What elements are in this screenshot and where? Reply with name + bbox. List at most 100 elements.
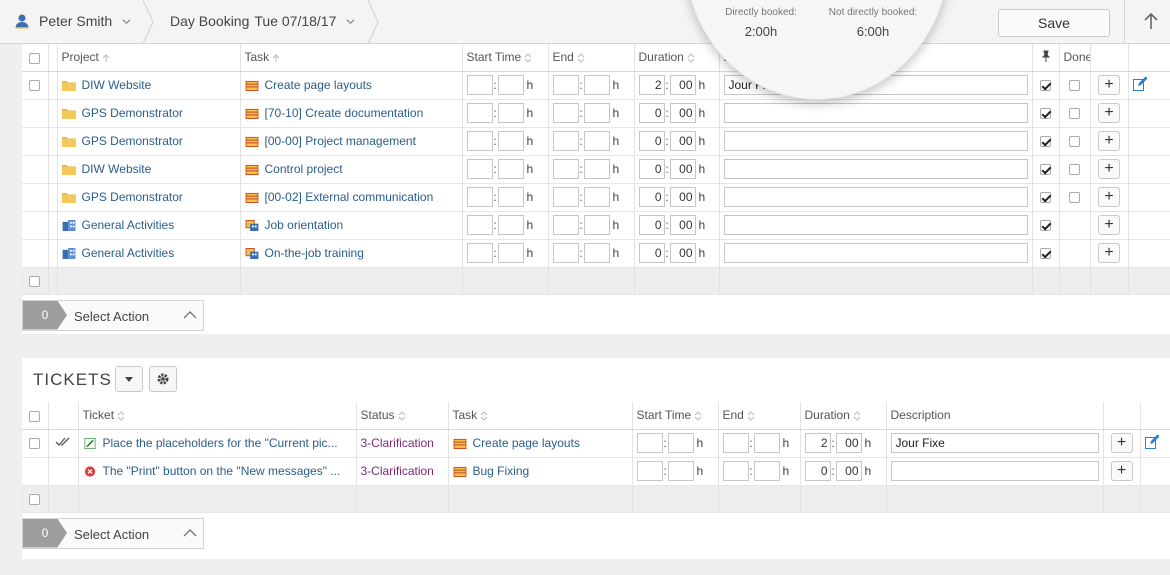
duration-minutes-input[interactable]: 00 — [669, 187, 696, 207]
done-checkbox[interactable] — [1069, 136, 1080, 148]
duration-minutes-input[interactable]: 00 — [669, 215, 696, 235]
tickets-menu-button[interactable] — [115, 366, 143, 392]
row-checkbox[interactable] — [29, 493, 41, 505]
start-hours-input[interactable] — [466, 243, 493, 263]
description-input[interactable] — [723, 215, 1028, 235]
ticket-link[interactable]: Place the placeholders for the "Current … — [103, 436, 338, 450]
end-hours-input[interactable] — [722, 461, 749, 481]
end-hours-input[interactable] — [552, 75, 579, 95]
done-checkbox[interactable] — [1069, 80, 1080, 92]
add-button[interactable]: + — [1098, 75, 1120, 95]
end-minutes-input[interactable] — [583, 215, 610, 235]
duration-hours-input[interactable]: 0 — [638, 243, 665, 263]
edit-icon[interactable] — [1132, 75, 1148, 91]
end-minutes-input[interactable] — [583, 243, 610, 263]
column-header-start-time[interactable]: Start Time — [632, 402, 719, 430]
end-minutes-input[interactable] — [583, 187, 610, 207]
start-minutes-input[interactable] — [667, 433, 694, 453]
task-link[interactable]: Job orientation — [265, 218, 344, 232]
start-minutes-input[interactable] — [497, 131, 524, 151]
tickets-settings-button[interactable] — [149, 366, 177, 392]
column-header-end[interactable]: End — [718, 402, 801, 430]
duration-minutes-input[interactable]: 00 — [835, 461, 862, 481]
project-link[interactable]: General Activities — [82, 218, 175, 232]
start-hours-input[interactable] — [466, 75, 493, 95]
edit-icon[interactable] — [1144, 433, 1160, 449]
duration-hours-input[interactable]: 0 — [638, 159, 665, 179]
ticket-link[interactable]: The "Print" button on the "New messages"… — [103, 464, 341, 478]
task-link[interactable]: Create page layouts — [473, 436, 580, 450]
start-hours-input[interactable] — [636, 433, 663, 453]
add-button[interactable]: + — [1098, 187, 1120, 207]
add-button[interactable]: + — [1098, 243, 1120, 263]
project-link[interactable]: GPS Demonstrator — [82, 106, 183, 120]
add-button[interactable]: + — [1098, 159, 1120, 179]
duration-minutes-input[interactable]: 00 — [669, 75, 696, 95]
description-input[interactable] — [723, 243, 1028, 263]
duration-hours-input[interactable]: 0 — [638, 187, 665, 207]
done-checkbox[interactable] — [1069, 108, 1080, 120]
end-hours-input[interactable] — [552, 215, 579, 235]
pin-checkbox[interactable] — [1040, 248, 1051, 260]
select-all-checkbox[interactable] — [29, 410, 41, 422]
add-button[interactable]: + — [1098, 131, 1120, 151]
column-header-status[interactable]: Status — [356, 402, 449, 430]
task-link[interactable]: [00-02] External communication — [265, 190, 434, 204]
end-minutes-input[interactable] — [583, 131, 610, 151]
start-minutes-input[interactable] — [497, 243, 524, 263]
pin-checkbox[interactable] — [1040, 164, 1051, 176]
day-booking-selector[interactable]: Day Booking Tue 07/18/17 — [170, 13, 355, 29]
duration-minutes-input[interactable]: 00 — [835, 433, 862, 453]
row-checkbox[interactable] — [29, 275, 41, 287]
start-minutes-input[interactable] — [497, 187, 524, 207]
add-button[interactable]: + — [1110, 461, 1133, 481]
end-minutes-input[interactable] — [583, 75, 610, 95]
task-link[interactable]: Bug Fixing — [473, 464, 530, 478]
column-header-task[interactable]: Task — [448, 402, 633, 430]
add-button[interactable]: + — [1098, 215, 1120, 235]
description-input[interactable] — [723, 187, 1028, 207]
pin-checkbox[interactable] — [1040, 220, 1051, 232]
done-checkbox[interactable] — [1069, 192, 1080, 204]
select-action-dropdown[interactable]: 0 Select Action — [22, 299, 204, 331]
row-checkbox[interactable] — [29, 80, 41, 92]
pin-checkbox[interactable] — [1040, 80, 1051, 92]
end-hours-input[interactable] — [722, 433, 749, 453]
duration-hours-input[interactable]: 0 — [638, 103, 665, 123]
start-hours-input[interactable] — [466, 159, 493, 179]
duration-hours-input[interactable]: 0 — [804, 461, 831, 481]
duration-minutes-input[interactable]: 00 — [669, 131, 696, 151]
project-link[interactable]: GPS Demonstrator — [82, 134, 183, 148]
description-input[interactable] — [723, 103, 1028, 123]
description-input[interactable] — [890, 461, 1099, 481]
arrow-up-icon[interactable] — [1143, 12, 1159, 30]
start-minutes-input[interactable] — [497, 103, 524, 123]
task-link[interactable]: Create page layouts — [265, 78, 372, 92]
column-header-task[interactable]: Task — [240, 44, 463, 72]
start-hours-input[interactable] — [466, 103, 493, 123]
description-input[interactable]: Jour Fixe — [890, 433, 1099, 453]
start-minutes-input[interactable] — [667, 461, 694, 481]
add-button[interactable]: + — [1110, 433, 1133, 453]
pin-checkbox[interactable] — [1040, 108, 1051, 120]
end-minutes-input[interactable] — [753, 433, 780, 453]
save-button[interactable]: Save — [998, 9, 1110, 37]
select-all-checkbox[interactable] — [29, 52, 41, 64]
duration-hours-input[interactable]: 0 — [638, 215, 665, 235]
done-checkbox[interactable] — [1069, 164, 1080, 176]
task-link[interactable]: [00-00] Project management — [265, 134, 416, 148]
column-header-duration[interactable]: Duration — [800, 402, 887, 430]
end-hours-input[interactable] — [552, 103, 579, 123]
user-selector[interactable]: Peter Smith — [14, 13, 131, 29]
task-link[interactable]: On-the-job training — [265, 246, 364, 260]
duration-minutes-input[interactable]: 00 — [669, 159, 696, 179]
start-hours-input[interactable] — [466, 215, 493, 235]
task-link[interactable]: [70-10] Create documentation — [265, 106, 424, 120]
description-input[interactable] — [723, 159, 1028, 179]
start-hours-input[interactable] — [466, 187, 493, 207]
column-header-end[interactable]: End — [548, 44, 635, 72]
end-hours-input[interactable] — [552, 131, 579, 151]
duration-hours-input[interactable]: 2 — [804, 433, 831, 453]
project-link[interactable]: DIW Website — [82, 162, 152, 176]
pin-checkbox[interactable] — [1040, 136, 1051, 148]
